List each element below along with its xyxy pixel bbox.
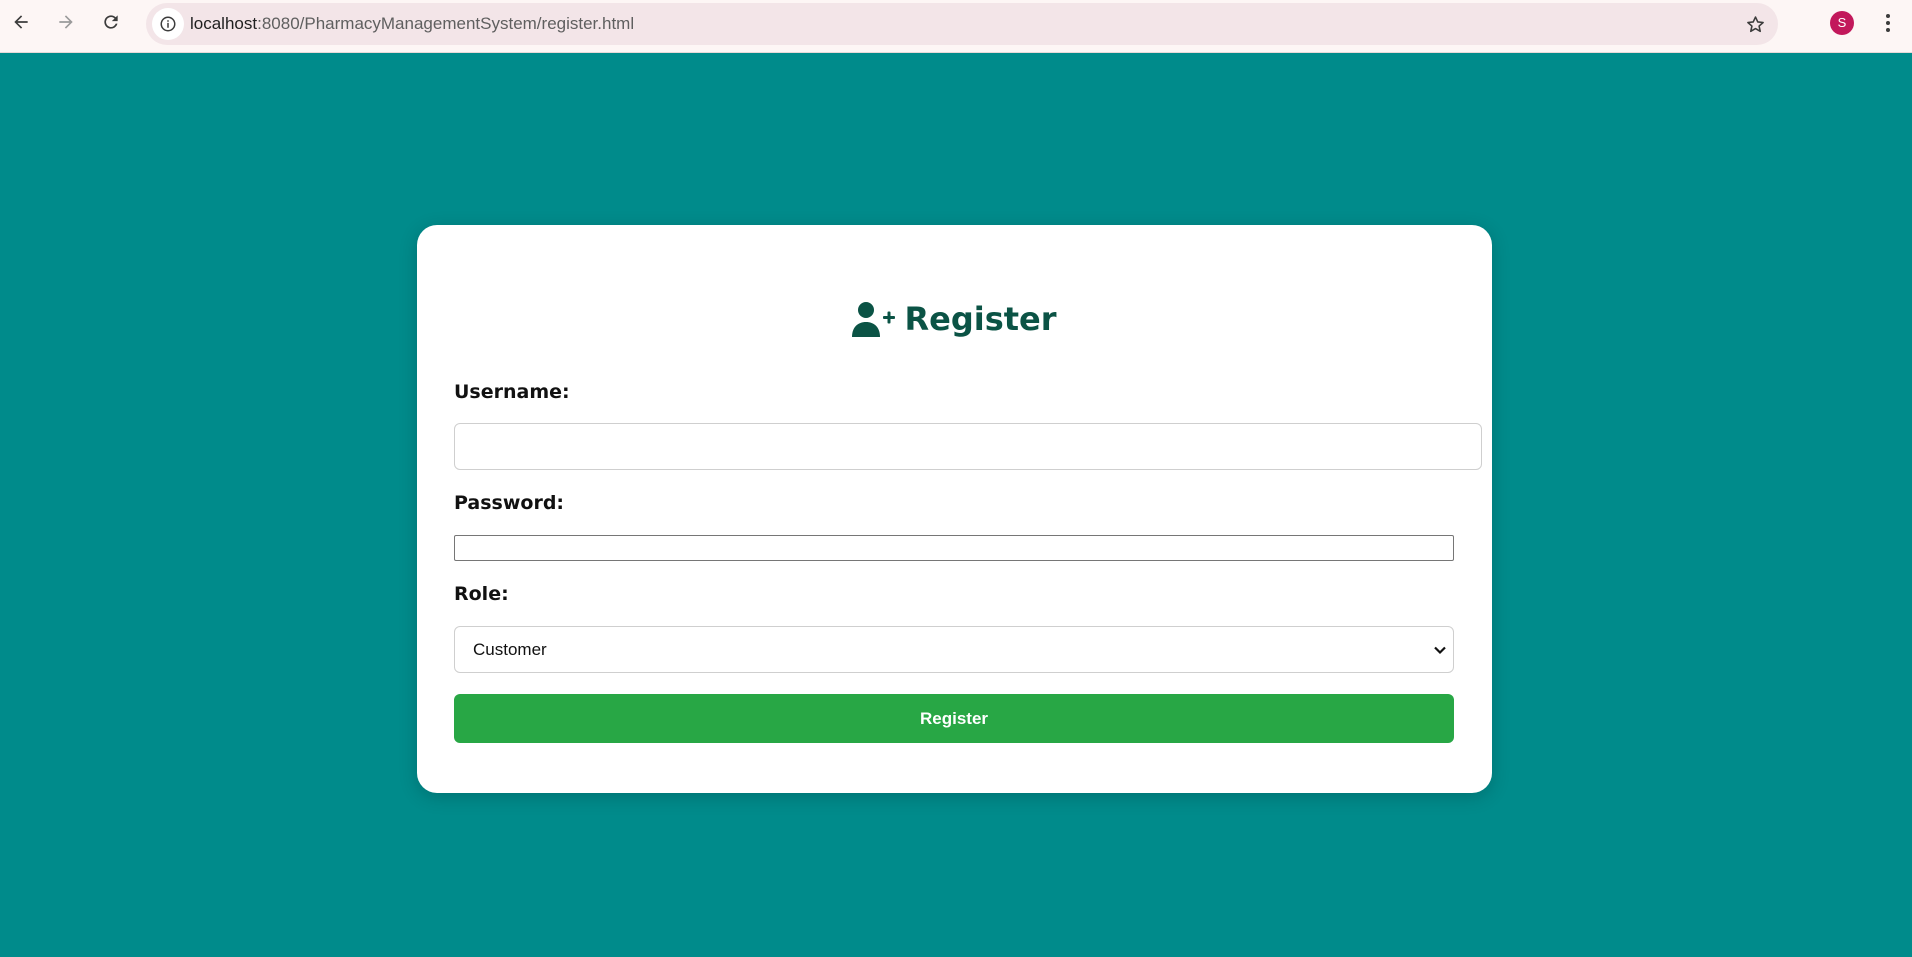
url-host: localhost <box>190 14 258 33</box>
address-bar[interactable]: localhost:8080/PharmacyManagementSystem/… <box>146 3 1778 45</box>
url-text[interactable]: localhost:8080/PharmacyManagementSystem/… <box>190 14 634 34</box>
page-title-text: Register <box>904 300 1057 338</box>
password-label: Password: <box>454 492 565 514</box>
bookmark-button[interactable] <box>1740 9 1770 39</box>
role-label: Role: <box>454 583 509 605</box>
register-card: Register Username: Password: Role: Custo… <box>417 225 1492 793</box>
user-plus-icon <box>852 302 896 337</box>
profile-avatar[interactable]: S <box>1830 11 1854 35</box>
arrow-right-icon <box>59 15 73 29</box>
url-path: :8080/PharmacyManagementSystem/register.… <box>257 14 635 33</box>
reload-icon <box>104 15 118 29</box>
arrow-left-icon <box>14 15 28 29</box>
register-button[interactable]: Register <box>454 694 1454 743</box>
browser-toolbar: localhost:8080/PharmacyManagementSystem/… <box>0 0 1912 53</box>
more-vert-icon <box>1886 14 1890 32</box>
info-icon <box>160 16 176 32</box>
page-title: Register <box>417 300 1492 338</box>
chevron-down-icon <box>1434 646 1446 655</box>
forward-button[interactable] <box>51 7 81 37</box>
site-info-button[interactable] <box>152 8 184 40</box>
back-button[interactable] <box>6 7 36 37</box>
password-input[interactable] <box>454 535 1454 561</box>
star-icon <box>1746 15 1764 32</box>
username-label: Username: <box>454 381 570 403</box>
role-selected-value: Customer <box>473 639 547 659</box>
role-select[interactable]: Customer <box>454 626 1454 673</box>
reload-button[interactable] <box>96 7 126 37</box>
username-input[interactable] <box>454 423 1482 470</box>
browser-menu-button[interactable] <box>1876 8 1900 38</box>
